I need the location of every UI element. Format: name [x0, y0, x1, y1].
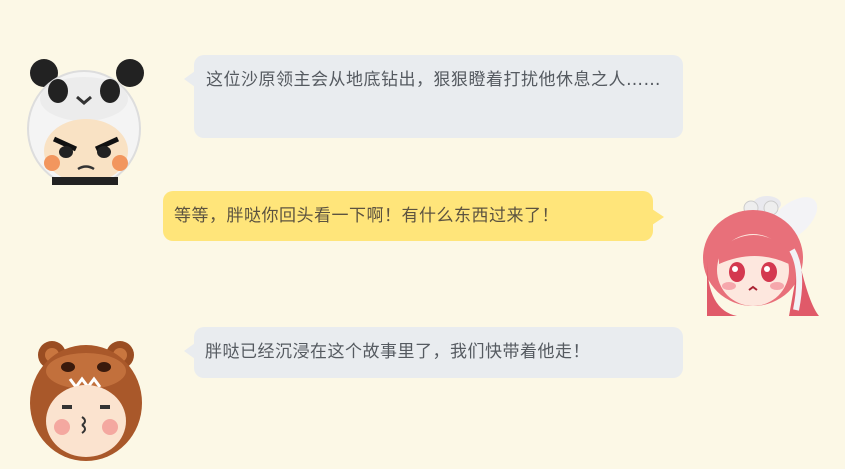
panda-avatar	[22, 55, 152, 188]
bubble-tail	[184, 343, 195, 359]
pink-hair-bunny-girl-avatar-icon	[703, 196, 819, 316]
chat-bubble-bear: 胖哒已经沉浸在这个故事里了，我们快带着他走！	[184, 327, 683, 378]
bubble-tail	[184, 71, 195, 87]
message-text: 胖哒已经沉浸在这个故事里了，我们快带着他走！	[205, 342, 590, 362]
pink-girl-avatar	[697, 190, 827, 320]
message-text: 等等，胖哒你回头看一下啊！有什么东西过来了！	[174, 206, 559, 226]
bubble-tail	[652, 209, 664, 225]
chat-bubble-panda: 这位沙原领主会从地底钻出，狠狠瞪着打扰他休息之人……	[184, 55, 683, 138]
chat-bubble-pink-girl: 等等，胖哒你回头看一下啊！有什么东西过来了！	[163, 191, 664, 241]
message-text: 这位沙原领主会从地底钻出，狠狠瞪着打扰他休息之人……	[206, 70, 661, 90]
panda-hood-avatar-icon	[27, 59, 144, 188]
bear-hood-avatar-icon	[30, 341, 142, 461]
bear-avatar	[22, 335, 152, 465]
